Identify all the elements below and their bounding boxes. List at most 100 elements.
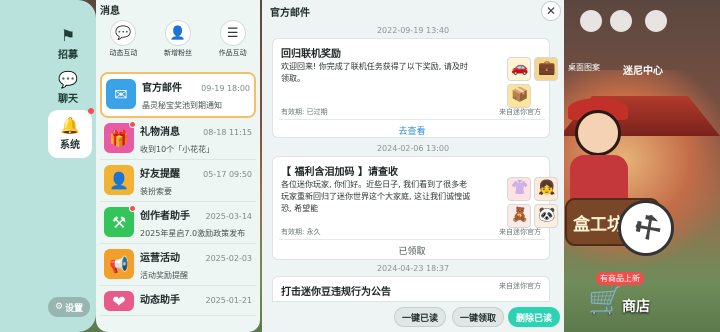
unread-dot (129, 205, 136, 212)
nav-system-label: 系统 (60, 139, 80, 151)
reward-item: 👚 (507, 177, 531, 201)
list-icon: ☰ (219, 20, 246, 46)
quick-action-dynamic[interactable]: 💬 动态互动 (109, 20, 137, 66)
shop-label: 商店 (622, 299, 650, 315)
mail-validity: 有效期: 永久 (281, 228, 321, 236)
message-title: 好友提醒 (140, 169, 180, 180)
desktop-label[interactable]: 桌面图案 (568, 62, 600, 73)
message-preview: 2025年星启7.0激励政策发布 (140, 229, 246, 238)
mail-card[interactable]: 打击迷你豆违规行为公告 来自迷你官方 (272, 276, 550, 302)
tools-icon: ⚒ (104, 205, 136, 237)
mail-date: 2022-09-19 13:40 (376, 26, 450, 35)
quick-action-fans[interactable]: 👤 新增粉丝 (164, 20, 192, 66)
reward-item: 📦 (507, 84, 531, 108)
bell-icon: 🔔 (60, 115, 80, 135)
mail-title: 回归联机奖励 (281, 49, 341, 60)
megaphone-icon: 📢 (104, 249, 134, 279)
mail-date: 2024-04-23 18:37 (376, 264, 450, 273)
nav-recruit[interactable]: ⚑ 招募 (44, 20, 92, 68)
message-title: 官方邮件 (142, 83, 182, 94)
content-title: 官方邮件 (270, 8, 310, 19)
message-item-gift[interactable]: 🎁 礼物消息 08-18 11:15 收到10个「小花花」 (100, 118, 256, 160)
reward-item: 👧 (534, 177, 558, 201)
mail-sender: 来自迷你官方 (499, 282, 541, 290)
message-panel-title: 消息 (100, 6, 120, 17)
message-title: 创作者助手 (140, 211, 190, 222)
message-item-creator[interactable]: ⚒ 创作者助手 2025-03-14 2025年星启7.0激励政策发布 (100, 202, 256, 244)
message-list: ✉ 官方邮件 09-19 18:00 晶灵秘宝奖池到期通知 🎁 礼物消息 08-… (100, 72, 256, 316)
nav-system[interactable]: 🔔 系统 (48, 108, 94, 158)
message-item-operations[interactable]: 📢 运营活动 2025-02-03 活动奖励提醒 (100, 244, 256, 286)
mail-sender: 来自迷你官方 (499, 228, 541, 236)
message-time: 2025-02-03 (205, 254, 253, 263)
message-preview: 装扮索要 (140, 187, 172, 196)
mail-date: 2024-02-06 13:00 (376, 144, 450, 153)
message-preview: 收到10个「小花花」 (140, 145, 215, 154)
shop-button[interactable]: 🛒 商店 (588, 282, 688, 322)
quick-action-label: 动态互动 (109, 49, 138, 57)
message-item-dynamic[interactable]: ❤ 动态助手 2025-01-21 (100, 286, 256, 316)
heart-icon: ❤ (104, 291, 134, 311)
message-item-official[interactable]: ✉ 官方邮件 09-19 18:00 晶灵秘宝奖池到期通知 (100, 72, 256, 118)
center-label[interactable]: 迷尼中心 (623, 62, 663, 77)
top-icon-bar (575, 6, 720, 36)
friend-icon: 👤 (104, 165, 134, 195)
character-head (575, 110, 621, 156)
mail-sender: 来自迷你官方 (499, 108, 541, 116)
mail-text: 欢迎回来! 你完成了联机任务获得了以下奖励, 请及时领取。 (281, 62, 468, 83)
message-item-friend[interactable]: 👤 好友提醒 05-17 09:50 装扮索要 (100, 160, 256, 202)
gift-top-icon[interactable] (645, 10, 667, 32)
close-icon[interactable]: ✕ (541, 1, 561, 21)
reward-item: 🧸 (507, 204, 531, 228)
read-all-button[interactable]: 一键已读 (394, 307, 446, 327)
message-title: 动态助手 (140, 295, 180, 306)
message-time: 05-17 09:50 (203, 170, 252, 179)
nav-chat-label: 聊天 (58, 93, 78, 105)
delete-read-button[interactable]: 删除已读 (508, 307, 560, 327)
bottom-action-bar: 一键已读 一键领取 删除已读 (262, 302, 564, 332)
mail-title: 【 福利含泪加码 】请查收 (281, 167, 398, 178)
comment-icon: 💬 (110, 20, 137, 46)
claimed-status: 已领取 (398, 247, 426, 257)
mail-card[interactable]: 【 福利含泪加码 】请查收 各位迷你玩家, 你们好。近些日子, 我们看到了很多老… (272, 156, 558, 260)
mail-validity: 有效期: 已过期 (281, 108, 328, 116)
mail-title: 打击迷你豆违规行为公告 (281, 287, 391, 298)
message-title: 礼物消息 (140, 127, 180, 138)
flag-icon: ⚑ (60, 25, 76, 45)
left-nav: ⚑ 招募 💬 聊天 🔔 系统 ⚙ 设置 (0, 0, 96, 332)
workshop-sign-text: 盒工坊 (573, 215, 624, 235)
claim-all-button[interactable]: 一键领取 (452, 307, 504, 327)
add-icon[interactable] (580, 10, 602, 32)
reward-item: 🐼 (534, 204, 558, 228)
message-preview: 活动奖励提醒 (140, 271, 188, 280)
reward-grid: 🚗 💼 📦 (507, 57, 558, 108)
settings-label: 设置 (65, 303, 84, 314)
quick-action-row: 💬 动态互动 👤 新增粉丝 ☰ 作品互动 (96, 20, 260, 66)
notification-dot (88, 108, 94, 114)
settings-button[interactable]: ⚙ 设置 (48, 297, 90, 317)
message-time: 2025-01-21 (205, 296, 253, 305)
cart-top-icon[interactable] (610, 10, 632, 32)
mail-text: 各位迷你玩家, 你们好。近些日子, 我们看到了很多老玩家重新回归了迷你世界这个大… (281, 180, 471, 213)
nav-chat[interactable]: 💬 聊天 (44, 64, 92, 112)
mail-content-panel: 官方邮件 ✕ 2022-09-19 13:40 回归联机奖励 欢迎回来! 你完成… (262, 0, 564, 332)
user-add-icon: 👤 (164, 20, 191, 46)
message-time: 2025-03-14 (205, 212, 253, 221)
card-divider (279, 239, 545, 240)
reward-item: 🚗 (507, 57, 531, 81)
message-title: 运营活动 (140, 253, 180, 264)
nav-recruit-label: 招募 (58, 49, 78, 61)
reward-grid: 👚 👧 🧸 🐼 (507, 177, 558, 228)
gear-icon: ⚙ (54, 302, 64, 312)
message-list-panel: 消息 💬 动态互动 👤 新增粉丝 ☰ 作品互动 ✉ 官方邮件 09-19 18:… (96, 0, 260, 332)
message-preview: 晶灵秘宝奖池到期通知 (142, 101, 222, 110)
unread-dot (129, 121, 136, 128)
wrench-button[interactable]: ⚒ (618, 200, 674, 256)
view-mail-button[interactable]: 去查看 (273, 124, 551, 137)
quick-action-works[interactable]: ☰ 作品互动 (219, 20, 247, 66)
cart-icon: 🛒 (588, 284, 623, 317)
message-time: 08-18 11:15 (203, 128, 252, 137)
mail-card[interactable]: 回归联机奖励 欢迎回来! 你完成了联机任务获得了以下奖励, 请及时领取。 🚗 💼… (272, 38, 558, 138)
quick-action-label: 作品互动 (218, 49, 247, 57)
quick-action-label: 新增粉丝 (163, 49, 192, 57)
